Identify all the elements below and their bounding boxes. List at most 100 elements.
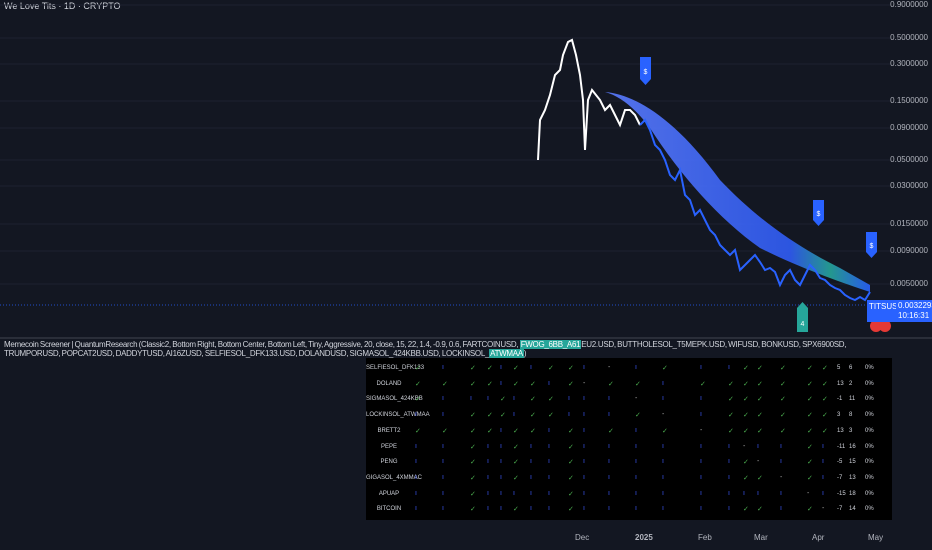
cross-icon: ı xyxy=(415,489,417,497)
check-icon: ✓ xyxy=(415,396,421,404)
score-b: 2 xyxy=(849,380,853,387)
cross-icon: ı xyxy=(662,505,664,513)
bar-countdown: 10:16:31 xyxy=(898,311,930,320)
cross-icon: ı xyxy=(608,489,610,497)
cross-icon: ı xyxy=(415,505,417,513)
row-symbol: APUAP xyxy=(378,490,400,497)
cross-icon: ı xyxy=(728,489,730,497)
flag-label: $ xyxy=(817,211,821,218)
check-icon: ✓ xyxy=(568,459,574,467)
table-row: BRETT2 ✓ ✓ ✓ ✓ ı ✓ ✓ ı ✓ ı ✓ ı ✓ - ✓ ✓ ✓ ✓ ✓ ✓ 13 3 0% xyxy=(366,424,892,440)
check-icon: ✓ xyxy=(568,380,574,388)
row-symbol: SIGMASOL_424KBB xyxy=(366,396,423,403)
indicator-legend[interactable]: Memecoin Screener | QuantumResearch (Cla… xyxy=(4,340,890,358)
check-icon: ✓ xyxy=(757,506,763,514)
pane-separator[interactable] xyxy=(0,337,932,339)
neutral-icon: - xyxy=(662,411,665,419)
score-a: -1 xyxy=(837,396,843,403)
check-icon: ✓ xyxy=(548,365,554,372)
check-icon: ✓ xyxy=(743,365,749,372)
check-icon: ✓ xyxy=(608,380,614,388)
cross-icon: ı xyxy=(700,364,702,371)
neutral-icon: - xyxy=(635,395,638,403)
check-icon: ✓ xyxy=(822,396,828,404)
cross-icon: ı xyxy=(548,442,550,450)
cross-icon: ı xyxy=(513,395,515,403)
y-tick-label: 0.3000000 xyxy=(890,59,928,68)
neutral-icon: - xyxy=(743,442,746,450)
check-icon: ✓ xyxy=(470,474,476,482)
check-icon: ✓ xyxy=(568,506,574,514)
price-chart[interactable]: $ $ $ 4 xyxy=(0,0,932,337)
cross-icon: ı xyxy=(780,505,782,513)
check-icon: ✓ xyxy=(568,443,574,451)
check-icon: ✓ xyxy=(487,427,493,435)
cross-icon: ı xyxy=(662,489,664,497)
check-icon: ✓ xyxy=(513,474,519,482)
check-icon: ✓ xyxy=(608,427,614,435)
check-icon: ✓ xyxy=(513,459,519,467)
cross-icon: ı xyxy=(548,489,550,497)
score-b: 11 xyxy=(849,396,856,403)
check-icon: ✓ xyxy=(780,427,786,435)
cross-icon: ı xyxy=(662,395,664,403)
x-tick-label: Feb xyxy=(698,533,712,542)
check-icon: ✓ xyxy=(807,427,813,435)
cross-icon: ı xyxy=(700,458,702,466)
indicator-highlight: FWOG_6BB_A61 xyxy=(519,340,582,349)
check-icon: ✓ xyxy=(822,427,828,435)
check-icon: ✓ xyxy=(415,365,421,372)
table-row: PEPE ı ı ✓ ı ı ✓ ı ı ✓ ı ı ı ı ı ı - ı ı ✓ ı -11 16 0% xyxy=(366,440,892,456)
neutral-icon: - xyxy=(822,505,825,513)
check-icon: ✓ xyxy=(822,380,828,388)
cross-icon: ı xyxy=(442,411,444,419)
score-a: -15 xyxy=(837,490,846,497)
check-icon: ✓ xyxy=(757,396,763,404)
neutral-icon: - xyxy=(700,426,703,434)
cross-icon: ı xyxy=(548,458,550,466)
row-symbol: BITCOIN xyxy=(376,506,402,513)
check-icon: ✓ xyxy=(470,427,476,435)
cross-icon: ı xyxy=(780,442,782,450)
score-b: 8 xyxy=(849,412,853,419)
y-tick-label: 0.9000000 xyxy=(890,0,928,9)
check-icon: ✓ xyxy=(807,365,813,372)
check-icon: ✓ xyxy=(513,506,519,514)
cross-icon: ı xyxy=(700,505,702,513)
check-icon: ✓ xyxy=(743,459,749,467)
x-tick-label: Dec xyxy=(575,533,590,542)
indicator-highlight: ATWMAA xyxy=(489,349,524,358)
score-b: 16 xyxy=(849,443,856,450)
cross-icon: ı xyxy=(608,411,610,419)
cross-icon: ı xyxy=(583,395,585,403)
indicator-params: Memecoin Screener | QuantumResearch (Cla… xyxy=(4,340,520,349)
check-icon: ✓ xyxy=(807,380,813,388)
check-icon: ✓ xyxy=(728,380,734,388)
cross-icon: ı xyxy=(500,442,502,450)
check-icon: ✓ xyxy=(470,506,476,514)
y-tick-label: 0.0090000 xyxy=(890,246,928,255)
cross-icon: ı xyxy=(415,458,417,466)
score-a: 13 xyxy=(837,380,844,387)
cross-icon: ı xyxy=(530,505,532,513)
check-icon: ✓ xyxy=(780,396,786,404)
check-icon: ✓ xyxy=(728,396,734,404)
check-icon: ✓ xyxy=(780,412,786,420)
check-icon: ✓ xyxy=(757,380,763,388)
cross-icon: ı xyxy=(662,442,664,450)
cross-icon: ı xyxy=(442,489,444,497)
score-pct: 0% xyxy=(865,490,874,497)
check-icon: ✓ xyxy=(530,380,536,388)
check-icon: ✓ xyxy=(743,506,749,514)
cross-icon: ı xyxy=(530,364,532,371)
cross-icon: ı xyxy=(442,364,444,371)
cross-icon: ı xyxy=(500,489,502,497)
cross-icon: ı xyxy=(700,395,702,403)
cross-icon: ı xyxy=(487,489,489,497)
score-b: 14 xyxy=(849,506,856,513)
cross-icon: ı xyxy=(583,489,585,497)
cross-icon: ı xyxy=(780,489,782,497)
cross-icon: ı xyxy=(487,505,489,513)
check-icon: ✓ xyxy=(635,380,641,388)
cross-icon: ı xyxy=(583,442,585,450)
